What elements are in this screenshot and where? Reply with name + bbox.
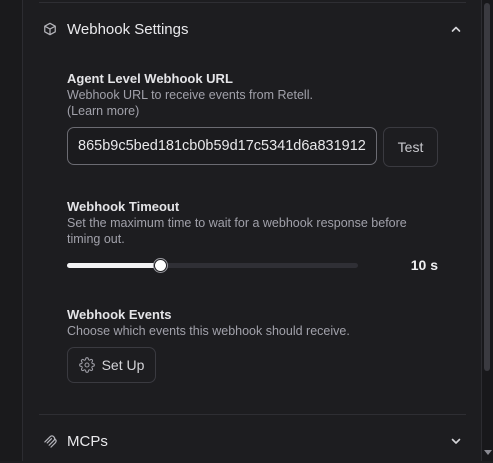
scrollbar[interactable] (481, 0, 493, 461)
webhook-timeout-label: Webhook Timeout (67, 199, 180, 214)
agent-webhook-url-label: Agent Level Webhook URL (67, 71, 233, 86)
scroll-down-arrow-icon[interactable] (484, 450, 492, 455)
test-button[interactable]: Test (383, 127, 438, 167)
chevron-up-icon[interactable] (448, 21, 464, 37)
agent-webhook-url-help: Webhook URL to receive events from Retel… (67, 88, 313, 102)
setup-button-label: Set Up (101, 357, 145, 373)
learn-more-link[interactable]: (Learn more) (67, 103, 139, 119)
mcp-icon (42, 433, 58, 449)
section-divider (39, 414, 466, 415)
gear-icon (78, 357, 95, 373)
settings-panel: Webhook Settings Agent Level Webhook URL… (23, 0, 482, 461)
webhook-settings-title: Webhook Settings (67, 20, 189, 38)
setup-button[interactable]: Set Up (67, 347, 156, 383)
timeout-slider-thumb[interactable] (154, 259, 168, 272)
mcps-title: MCPs (67, 432, 108, 450)
mcps-header[interactable]: MCPs (39, 419, 466, 463)
webhook-events-label: Webhook Events (67, 307, 172, 322)
cube-icon (42, 21, 58, 37)
webhook-url-input[interactable] (67, 127, 377, 165)
timeout-slider[interactable] (67, 259, 358, 272)
webhook-events-help: Choose which events this webhook should … (67, 324, 350, 338)
chevron-down-icon[interactable] (448, 433, 464, 449)
webhook-timeout-help: Set the maximum time to wait for a webho… (67, 216, 407, 246)
webhook-settings-header[interactable]: Webhook Settings (39, 7, 466, 51)
timeout-slider-fill (67, 263, 161, 268)
top-divider (39, 2, 466, 3)
scrollbar-thumb[interactable] (484, 3, 490, 371)
timeout-value: 10 s (410, 257, 438, 273)
test-button-label: Test (397, 139, 424, 155)
left-gutter (0, 0, 23, 461)
